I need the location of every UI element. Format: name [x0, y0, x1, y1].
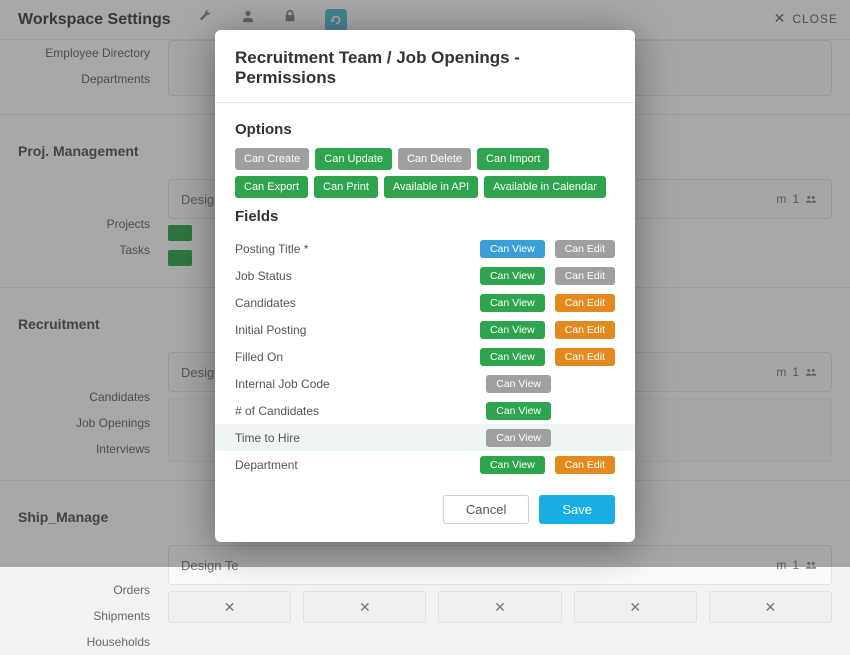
can-view-tag[interactable]: Can View — [486, 375, 551, 393]
delete-box[interactable]: ✕ — [574, 591, 697, 623]
can-view-tag[interactable]: Can View — [480, 456, 545, 474]
can-view-tag[interactable]: Can View — [480, 240, 545, 258]
field-row: Employment typeCan ViewCan Edit — [235, 478, 615, 483]
fields-header: Fields — [235, 208, 615, 225]
cancel-button[interactable]: Cancel — [443, 495, 529, 524]
can-view-tag[interactable]: Can View — [480, 483, 545, 484]
options-pill-wrap: Can Create Can Update Can Delete Can Import… — [235, 148, 615, 198]
can-edit-tag[interactable]: Can Edit — [555, 267, 615, 285]
option-pill[interactable]: Can Print — [314, 176, 378, 198]
delete-box[interactable]: ✕ — [438, 591, 561, 623]
permissions-modal: Recruitment Team / Job Openings - Permis… — [215, 30, 635, 542]
option-pill[interactable]: Can Import — [477, 148, 549, 170]
can-view-tag[interactable]: Can View — [486, 402, 551, 420]
delete-box[interactable]: ✕ — [303, 591, 426, 623]
modal-header: Recruitment Team / Job Openings - Permis… — [215, 30, 635, 102]
option-pill[interactable]: Can Export — [235, 176, 308, 198]
delete-box[interactable]: ✕ — [709, 591, 832, 623]
option-pill[interactable]: Available in Calendar — [484, 176, 606, 198]
fields-list: Posting Title *Can ViewCan EditJob Statu… — [235, 235, 615, 483]
option-pill[interactable]: Can Create — [235, 148, 309, 170]
can-view-tag[interactable]: Can View — [480, 321, 545, 339]
delete-box[interactable]: ✕ — [168, 591, 291, 623]
can-view-tag[interactable]: Can View — [480, 294, 545, 312]
field-name: Time to Hire — [235, 431, 486, 445]
field-row: DepartmentCan View Can Edit — [235, 451, 615, 478]
can-edit-tag[interactable]: Can Edit — [555, 348, 615, 366]
option-pill[interactable]: Can Update — [315, 148, 392, 170]
field-row: Internal Job CodeCan View — [235, 370, 615, 397]
field-name: Filled On — [235, 350, 480, 364]
field-name: Initial Posting — [235, 323, 480, 337]
field-name: Internal Job Code — [235, 377, 486, 391]
field-name: # of Candidates — [235, 404, 486, 418]
field-row: Job StatusCan View Can Edit — [235, 262, 615, 289]
modal-body: Options Can CreateCan UpdateCan DeleteCa… — [215, 103, 635, 483]
can-view-tag[interactable]: Can View — [486, 429, 551, 447]
delete-row: ✕ ✕ ✕ ✕ ✕ — [168, 591, 832, 623]
can-edit-tag[interactable]: Can Edit — [555, 321, 615, 339]
can-view-tag[interactable]: Can View — [480, 348, 545, 366]
option-pill[interactable]: Available in API — [384, 176, 478, 198]
field-row: Initial PostingCan View Can Edit — [235, 316, 615, 343]
field-row: Posting Title *Can View Can Edit — [235, 235, 615, 262]
field-name: Posting Title * — [235, 242, 480, 256]
can-edit-tag[interactable]: Can Edit — [555, 240, 615, 258]
save-button[interactable]: Save — [539, 495, 615, 524]
modal-title: Recruitment Team / Job Openings - Permis… — [235, 48, 615, 88]
can-edit-tag[interactable]: Can Edit — [555, 294, 615, 312]
sidebar-item[interactable]: Households — [18, 629, 150, 655]
sidebar-item[interactable]: Shipments — [18, 603, 150, 629]
can-edit-tag[interactable]: Can Edit — [555, 456, 615, 474]
field-row: Time to HireCan View — [215, 424, 635, 451]
field-name: Job Status — [235, 269, 480, 283]
field-row: Filled OnCan View Can Edit — [235, 343, 615, 370]
sidebar-item[interactable]: Orders — [18, 577, 150, 603]
options-header: Options — [235, 121, 615, 138]
field-name: Candidates — [235, 296, 480, 310]
option-pill[interactable]: Can Delete — [398, 148, 471, 170]
field-row: # of CandidatesCan View — [235, 397, 615, 424]
can-view-tag[interactable]: Can View — [480, 267, 545, 285]
field-name: Department — [235, 458, 480, 472]
can-edit-tag[interactable]: Can Edit — [555, 483, 615, 484]
field-row: CandidatesCan View Can Edit — [235, 289, 615, 316]
modal-footer: Cancel Save — [215, 483, 635, 542]
